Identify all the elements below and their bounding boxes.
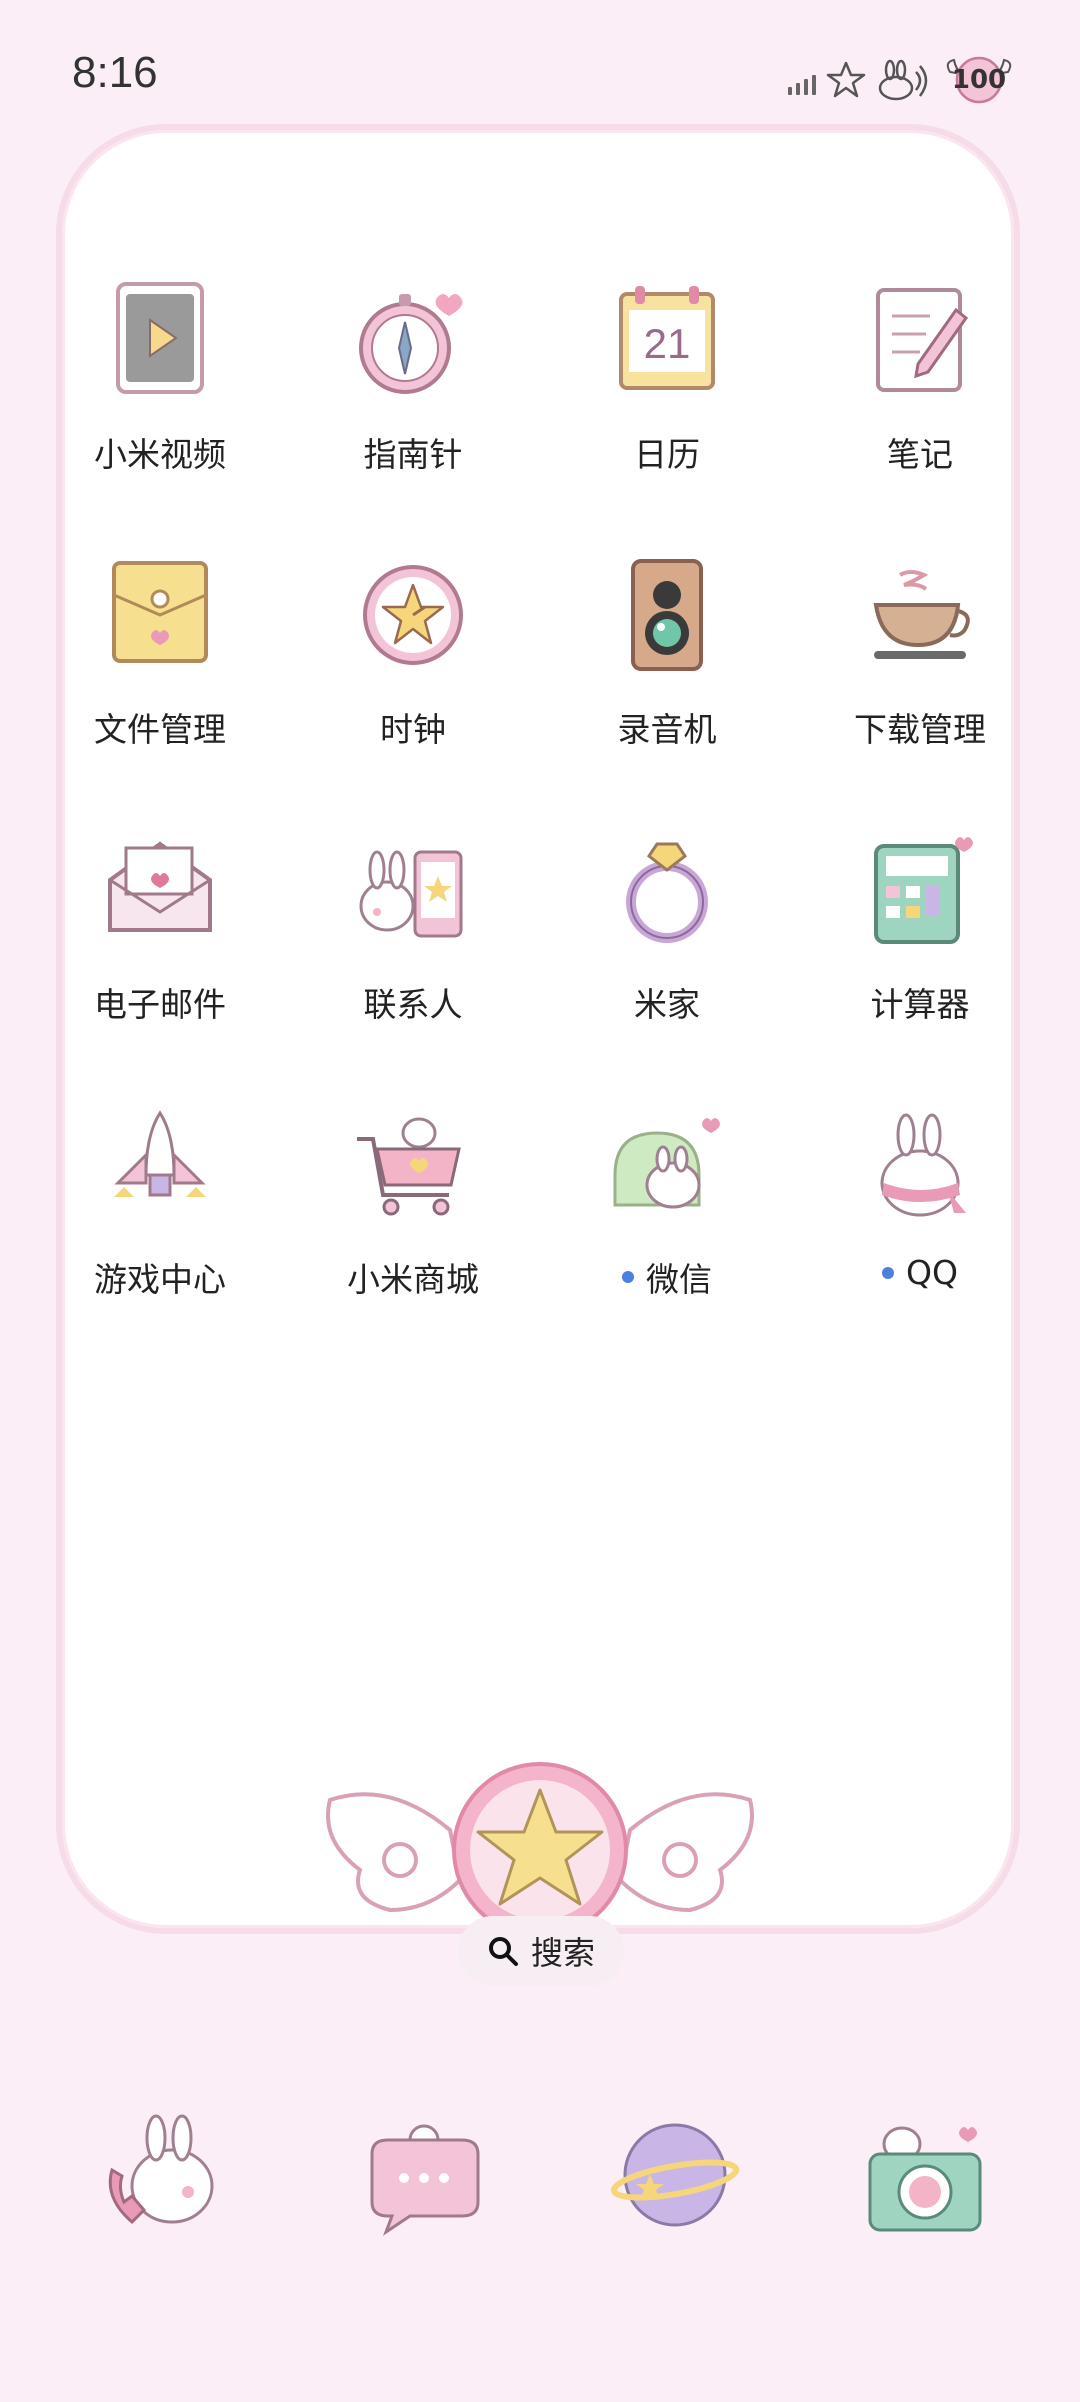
compass-icon (359, 294, 463, 394)
app-grid: 小米视频 指南针 21 日历 笔记 文件管理 时钟 录音机 下载管理 电子邮件 … (0, 0, 1080, 1400)
app-mijia[interactable]: 米家 (540, 830, 794, 1060)
app-label: 计算器 (870, 985, 970, 1024)
battery-level: 100 (951, 65, 1007, 95)
app-calculator[interactable]: 计算器 (793, 830, 1047, 1060)
search-button[interactable]: 搜索 (458, 1916, 624, 1986)
recorder-icon (631, 559, 703, 671)
app-label: 时钟 (380, 710, 446, 749)
calendar-icon: 21 (619, 286, 715, 390)
app-download-manager[interactable]: 下载管理 (793, 555, 1047, 785)
bunny-camera-icon[interactable] (860, 2110, 990, 2240)
app-calendar[interactable]: 21 日历 (540, 280, 794, 510)
search-label: 搜索 (530, 1934, 595, 1972)
app-file-manager[interactable]: 文件管理 (33, 555, 287, 785)
app-recorder[interactable]: 录音机 (540, 555, 794, 785)
app-email[interactable]: 电子邮件 (33, 830, 287, 1060)
winged-star-emblem[interactable] (320, 1760, 760, 1930)
app-label: 小米视频 (94, 435, 226, 474)
app-mi-store[interactable]: 小米商城 (286, 1105, 540, 1335)
video-player-icon (116, 282, 204, 394)
coffee-cup-icon (873, 570, 970, 659)
app-compass[interactable]: 指南针 (286, 280, 540, 510)
bunny-chat-icon (613, 1118, 720, 1209)
app-label: 微信 (646, 1260, 712, 1299)
clock-icon (363, 565, 463, 665)
app-label: 文件管理 (94, 710, 226, 749)
app-label: 电子邮件 (94, 985, 226, 1024)
bunny-phone-icon (359, 850, 463, 938)
app-contacts[interactable]: 联系人 (286, 830, 540, 1060)
app-label: 下载管理 (854, 710, 986, 749)
app-game-center[interactable]: 游戏中心 (33, 1105, 287, 1335)
planet-browser-icon[interactable] (610, 2110, 740, 2240)
app-qq[interactable]: QQ (793, 1105, 1047, 1335)
app-notes[interactable]: 笔记 (793, 280, 1047, 510)
app-label: 笔记 (887, 435, 953, 474)
mail-icon (108, 841, 212, 932)
app-label: 录音机 (617, 710, 717, 749)
app-label: 米家 (634, 985, 700, 1024)
bunny-scarf-icon (880, 1113, 966, 1217)
shopping-cart-icon (357, 1117, 461, 1216)
app-label: 指南针 (363, 435, 463, 474)
notification-dot (882, 1266, 895, 1279)
app-mi-video[interactable]: 小米视频 (33, 280, 287, 510)
bunny-message-icon[interactable] (360, 2110, 490, 2240)
app-clock[interactable]: 时钟 (286, 555, 540, 785)
calendar-day: 21 (644, 320, 691, 367)
folder-envelope-icon (112, 561, 208, 663)
app-label: 日历 (634, 435, 700, 474)
app-label: 游戏中心 (94, 1260, 226, 1299)
app-label: 小米商城 (347, 1260, 479, 1299)
dock (0, 2110, 1080, 2250)
notification-dot (622, 1271, 634, 1283)
app-label: QQ (906, 1253, 958, 1292)
app-label: 联系人 (363, 985, 463, 1024)
calculator-icon (874, 837, 973, 944)
app-wechat[interactable]: 微信 (540, 1105, 794, 1335)
bunny-phone-call-icon[interactable] (98, 2110, 228, 2240)
rocket-icon (114, 1110, 206, 1197)
search-icon (488, 1937, 518, 1966)
notes-icon (876, 288, 969, 392)
ring-icon (626, 842, 708, 943)
